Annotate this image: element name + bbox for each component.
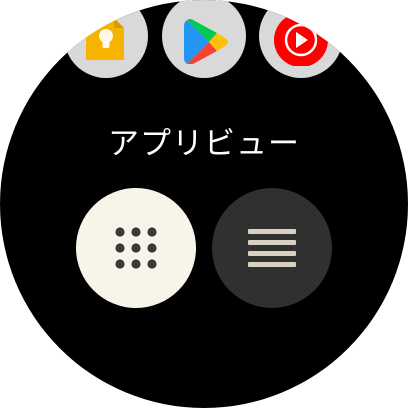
keep-notes-icon bbox=[86, 18, 124, 60]
watch-screen: アプリビュー bbox=[0, 0, 408, 408]
page-title: アプリビュー bbox=[108, 126, 300, 162]
app-play-store[interactable] bbox=[162, 0, 246, 78]
list-view-button[interactable] bbox=[212, 188, 332, 308]
youtube-music-icon bbox=[274, 13, 328, 66]
play-store-icon bbox=[184, 19, 228, 64]
app-keep-notes[interactable] bbox=[64, 0, 148, 78]
list-lines-icon bbox=[248, 229, 296, 267]
grid-dots-icon bbox=[115, 227, 157, 269]
grid-view-button[interactable] bbox=[76, 188, 196, 308]
app-youtube-music[interactable] bbox=[259, 0, 343, 78]
